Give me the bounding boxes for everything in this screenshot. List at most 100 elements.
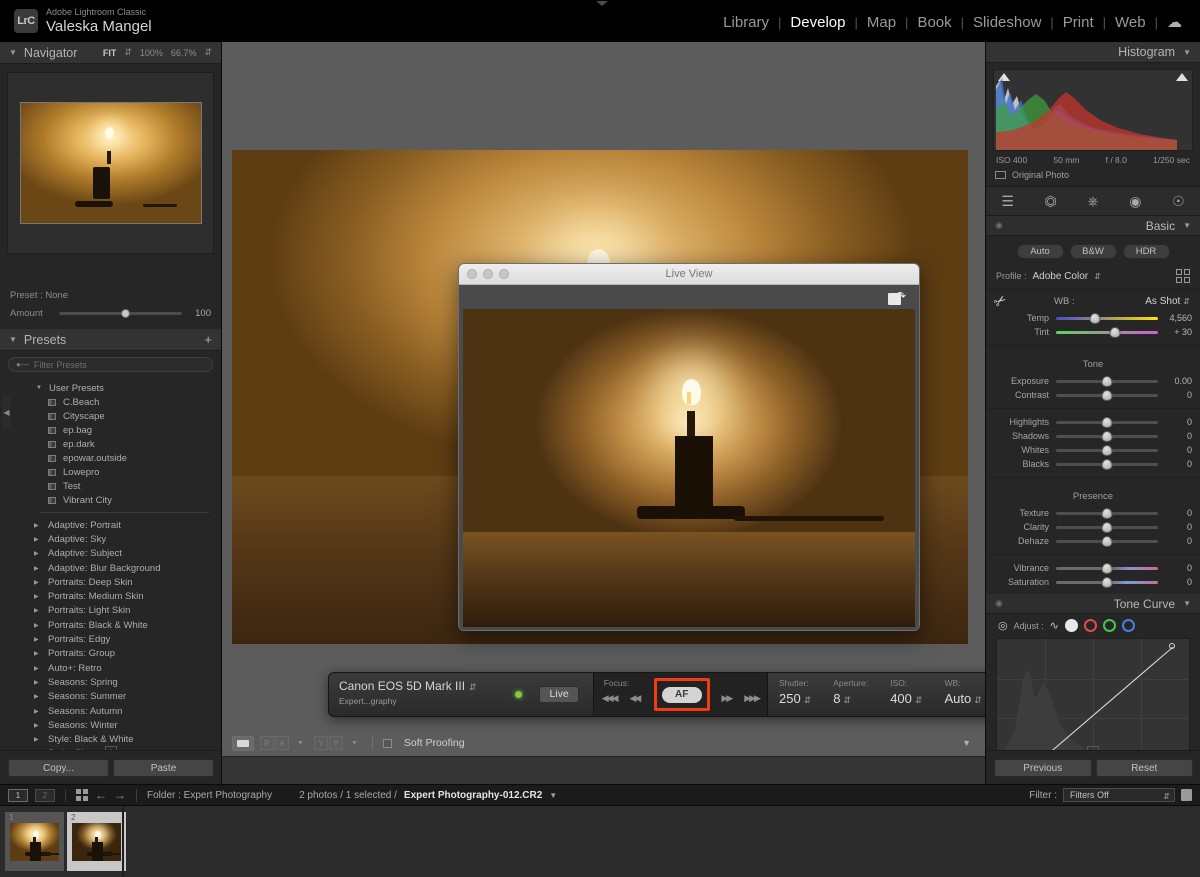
clarity-slider[interactable] — [1056, 526, 1158, 529]
preset-group[interactable]: ▶Seasons: Autumn — [0, 704, 221, 718]
add-preset-icon[interactable]: + — [204, 332, 212, 347]
soft-proofing-checkbox[interactable] — [383, 739, 392, 748]
preset-group-user-presets[interactable]: ▼ User Presets — [0, 381, 221, 395]
texture-slider[interactable] — [1056, 512, 1158, 515]
bw-button[interactable]: B&W — [1070, 244, 1117, 259]
luminance-channel-dot[interactable] — [1065, 619, 1078, 632]
screen-1-button[interactable]: 1 — [8, 789, 28, 802]
focus-far-left-icon[interactable]: ◀◀◀ — [602, 693, 617, 704]
contrast-slider-knob[interactable] — [1102, 390, 1113, 401]
focus-right-icon[interactable]: ▶▶ — [721, 693, 731, 704]
module-print[interactable]: Print — [1054, 14, 1103, 31]
preset-item[interactable]: C.Beach — [0, 395, 221, 409]
wb-stepper-icon[interactable]: ⇵ — [974, 695, 982, 705]
temp-value[interactable]: 4,560 — [1158, 313, 1192, 323]
after-view-icon[interactable]: Y — [329, 736, 343, 750]
chevron-down-icon[interactable]: ▼ — [351, 740, 358, 747]
exposure-value[interactable]: 0.00 — [1158, 376, 1192, 386]
preset-group[interactable]: ▶Adaptive: Subject — [0, 547, 221, 561]
tint-value[interactable]: + 30 — [1158, 327, 1192, 337]
temp-slider[interactable] — [1056, 317, 1158, 320]
clarity-value[interactable]: 0 — [1158, 522, 1192, 532]
toolbar-options-icon[interactable]: ▼ — [962, 738, 971, 748]
saturation-value[interactable]: 0 — [1158, 577, 1192, 587]
vibrance-slider[interactable] — [1056, 567, 1158, 570]
presets-header[interactable]: ▼ Presets + — [0, 329, 221, 351]
reset-button[interactable]: Reset — [1096, 759, 1194, 777]
compare-view-group[interactable]: R A — [260, 736, 289, 750]
preset-group[interactable]: ▶Portraits: Medium Skin — [0, 589, 221, 603]
module-web[interactable]: Web — [1106, 14, 1155, 31]
filter-select[interactable]: Filters Off ⇵ — [1063, 788, 1175, 802]
chevron-down-icon[interactable]: ▼ — [297, 740, 304, 747]
live-view-titlebar[interactable]: Live View — [459, 264, 919, 285]
preset-group[interactable]: ▶Portraits: Light Skin — [0, 604, 221, 618]
preset-filter-input[interactable]: ●— Filter Presets — [8, 357, 213, 372]
shutter-stepper-icon[interactable]: ⇵ — [804, 695, 812, 705]
left-panel-collapse-toggle[interactable]: ◀ — [2, 395, 11, 429]
grid-view-icon[interactable] — [76, 789, 88, 801]
cloud-sync-icon[interactable]: ☁ — [1158, 13, 1190, 31]
zoom-fit[interactable]: FIT — [103, 48, 117, 58]
preset-group[interactable]: ▶Portraits: Black & White — [0, 618, 221, 632]
filmstrip-thumbnail[interactable]: 1 — [5, 812, 64, 871]
crop-icon[interactable]: ⏣ — [1045, 193, 1057, 210]
dehaze-value[interactable]: 0 — [1158, 536, 1192, 546]
previous-button[interactable]: Previous — [994, 759, 1092, 777]
preset-item[interactable]: ep.bag — [0, 423, 221, 437]
histogram-graph[interactable] — [993, 69, 1193, 151]
exposure-slider[interactable] — [1056, 380, 1158, 383]
chevron-down-icon[interactable]: ▼ — [9, 48, 17, 57]
zoom-custom-stepper-icon[interactable]: ⇵ — [204, 47, 212, 58]
live-button-wrap[interactable]: Live — [539, 673, 593, 716]
identity-plate[interactable]: Adobe Lightroom Classic Valeska Mangel — [46, 6, 152, 35]
iso-stepper-icon[interactable]: ⇵ — [915, 695, 923, 705]
vibrance-value[interactable]: 0 — [1158, 563, 1192, 573]
focus-far-right-icon[interactable]: ▶▶▶ — [744, 693, 759, 704]
preset-group[interactable]: ▶Auto+: Retro — [0, 661, 221, 675]
preset-item[interactable]: Vibrant City — [0, 493, 221, 507]
tint-slider[interactable] — [1056, 331, 1158, 334]
point-curve-icon[interactable]: ∿ — [1050, 619, 1059, 632]
highlights-value[interactable]: 0 — [1158, 417, 1192, 427]
blue-channel-dot[interactable] — [1122, 619, 1135, 632]
panel-visibility-icon[interactable]: ◉ — [995, 598, 1003, 609]
preset-group[interactable]: ▶Portraits: Edgy — [0, 632, 221, 646]
wb-stepper-icon[interactable]: ⇵ — [1183, 297, 1190, 306]
camera-stepper-icon[interactable]: ⇵ — [469, 682, 477, 692]
preset-group[interactable]: ▶Seasons: Summer — [0, 690, 221, 704]
navigator-header[interactable]: ▼ Navigator FIT ⇵ 100% 66.7% ⇵ — [0, 42, 221, 64]
back-arrow-icon[interactable]: ← — [95, 788, 107, 802]
auto-button[interactable]: Auto — [1017, 244, 1064, 259]
preset-item[interactable]: Lowepro — [0, 465, 221, 479]
before-after-icon-a[interactable]: A — [275, 736, 289, 750]
iso-field[interactable]: ISO: 400⇵ — [879, 678, 933, 706]
chevron-down-icon[interactable]: ▼ — [1183, 599, 1191, 608]
preset-group[interactable]: ▶Style: Black & White — [0, 732, 221, 746]
clarity-slider-knob[interactable] — [1102, 522, 1113, 533]
blacks-slider[interactable] — [1056, 463, 1158, 466]
module-library[interactable]: Library — [714, 14, 778, 31]
exposure-slider-knob[interactable] — [1102, 376, 1113, 387]
texture-value[interactable]: 0 — [1158, 508, 1192, 518]
target-adjustment-icon[interactable]: ◎ — [998, 619, 1008, 632]
module-slideshow[interactable]: Slideshow — [964, 14, 1050, 31]
focus-left-icon[interactable]: ◀◀ — [630, 693, 640, 704]
vibrance-slider-knob[interactable] — [1102, 563, 1113, 574]
blacks-value[interactable]: 0 — [1158, 459, 1192, 469]
top-panel-toggle[interactable] — [596, 1, 608, 6]
af-button[interactable]: AF — [662, 687, 702, 703]
filter-lock-icon[interactable] — [1181, 789, 1192, 801]
green-channel-dot[interactable] — [1103, 619, 1116, 632]
zoom-100[interactable]: 100% — [140, 48, 163, 58]
preset-group[interactable]: ▶Seasons: Winter — [0, 718, 221, 732]
preset-group[interactable]: ▶Portraits: Deep Skin — [0, 575, 221, 589]
aperture-stepper-icon[interactable]: ⇵ — [843, 695, 851, 705]
tint-slider-knob[interactable] — [1110, 327, 1121, 338]
contrast-slider[interactable] — [1056, 394, 1158, 397]
loupe-view-icon[interactable] — [232, 736, 254, 751]
chevron-down-icon[interactable]: ▼ — [9, 335, 17, 344]
current-filename[interactable]: Expert Photography-012.CR2 — [404, 790, 542, 801]
source-folder-label[interactable]: Folder : Expert Photography — [147, 790, 272, 801]
shadows-slider[interactable] — [1056, 435, 1158, 438]
